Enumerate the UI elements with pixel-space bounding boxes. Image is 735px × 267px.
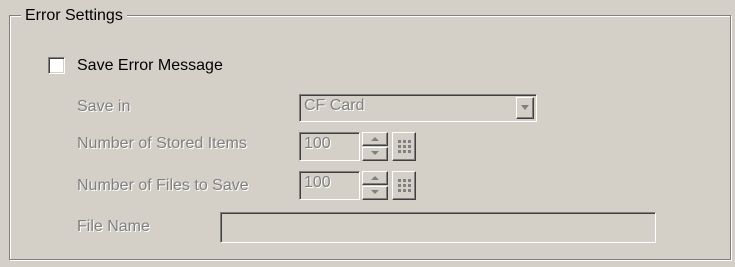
files-to-save-input[interactable]: 100 (299, 171, 360, 200)
files-to-save-spinner[interactable] (362, 171, 388, 200)
stored-items-value: 100 (304, 135, 331, 152)
keypad-icon (398, 179, 411, 192)
save-in-dropdown-button[interactable] (516, 97, 534, 119)
files-to-save-down-button[interactable] (362, 186, 388, 200)
file-name-label: File Name (77, 218, 150, 235)
save-in-value: CF Card (304, 97, 365, 114)
stored-items-spinner[interactable] (362, 132, 388, 161)
arrow-up-icon (371, 137, 379, 141)
stored-items-input[interactable]: 100 (299, 132, 360, 161)
files-to-save-value: 100 (304, 174, 331, 191)
files-to-save-label: Number of Files to Save (77, 177, 249, 194)
arrow-down-icon (371, 190, 379, 194)
stored-items-keypad-button[interactable] (392, 132, 416, 161)
stored-items-up-button[interactable] (362, 132, 388, 146)
stored-items-down-button[interactable] (362, 147, 388, 161)
save-in-combobox[interactable]: CF Card (299, 94, 537, 122)
group-title: Error Settings (21, 7, 127, 25)
files-to-save-keypad-button[interactable] (392, 171, 416, 200)
keypad-icon (398, 140, 411, 153)
file-name-input[interactable] (220, 212, 656, 243)
stored-items-label: Number of Stored Items (77, 135, 247, 152)
arrow-down-icon (371, 151, 379, 155)
save-error-message-label[interactable]: Save Error Message (77, 56, 223, 76)
files-to-save-up-button[interactable] (362, 171, 388, 185)
chevron-down-icon (521, 105, 529, 110)
save-error-message-checkbox[interactable] (48, 57, 65, 74)
arrow-up-icon (371, 176, 379, 180)
save-in-label: Save in (77, 98, 131, 115)
